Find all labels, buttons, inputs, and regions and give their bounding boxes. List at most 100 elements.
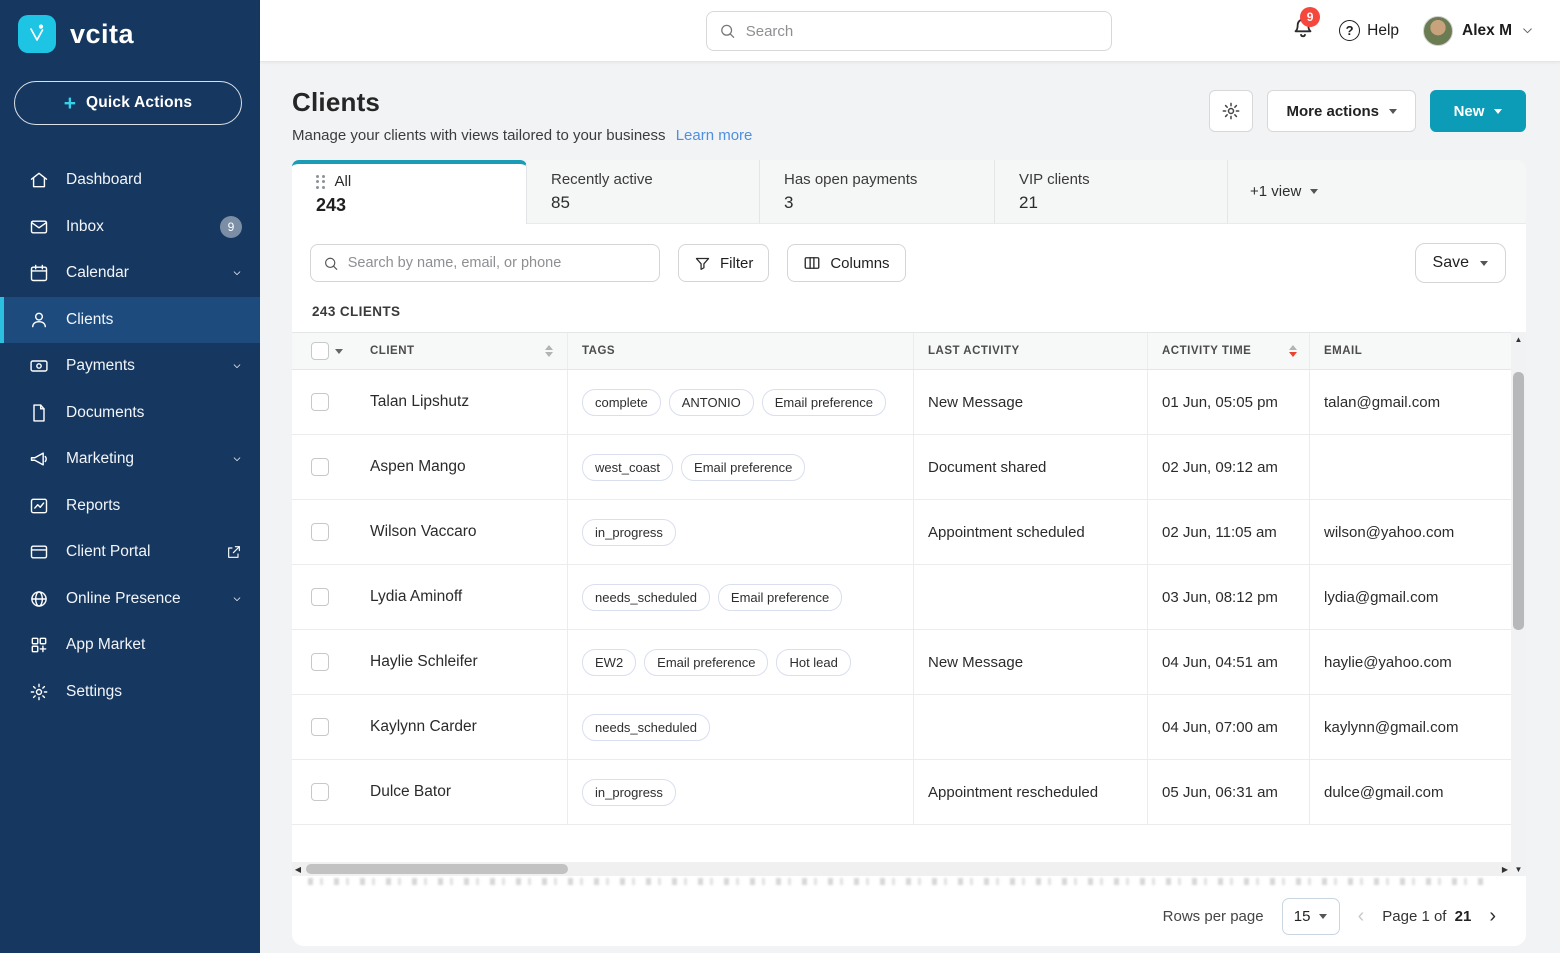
client-name: Aspen Mango bbox=[356, 435, 568, 499]
more-actions-button[interactable]: More actions bbox=[1267, 90, 1416, 132]
row-checkbox[interactable] bbox=[311, 393, 329, 411]
client-tags: needs_scheduled bbox=[568, 695, 914, 759]
columns-button[interactable]: Columns bbox=[787, 244, 905, 282]
vertical-scrollbar[interactable]: ▲ ▼ bbox=[1511, 332, 1526, 876]
row-checkbox[interactable] bbox=[311, 653, 329, 671]
search-icon bbox=[719, 22, 736, 40]
sidebar-item-clients[interactable]: Clients bbox=[0, 297, 260, 344]
tab-count: 3 bbox=[784, 193, 994, 213]
tab-vip-clients[interactable]: VIP clients 21 bbox=[995, 160, 1228, 224]
column-header-email[interactable]: EMAIL bbox=[1310, 333, 1511, 369]
select-menu-caret-icon[interactable] bbox=[335, 349, 343, 354]
sidebar-item-settings[interactable]: Settings bbox=[0, 669, 260, 716]
sidebar-item-online-presence[interactable]: Online Presence bbox=[0, 576, 260, 623]
new-button[interactable]: New bbox=[1430, 90, 1526, 132]
client-activity-time: 02 Jun, 09:12 am bbox=[1148, 435, 1310, 499]
pagination-bar: Rows per page 15 ‹ Page 1 of 21 › bbox=[292, 886, 1526, 946]
notifications-button[interactable]: 9 bbox=[1291, 16, 1315, 45]
row-checkbox[interactable] bbox=[311, 458, 329, 476]
vertical-scroll-thumb[interactable] bbox=[1513, 372, 1524, 630]
column-header-activity-time[interactable]: ACTIVITY TIME bbox=[1148, 333, 1310, 369]
table-row[interactable]: Haylie Schleifer EW2Email preferenceHot … bbox=[292, 630, 1511, 695]
sidebar-item-calendar[interactable]: Calendar bbox=[0, 250, 260, 297]
user-menu[interactable]: Alex M bbox=[1423, 16, 1534, 46]
client-tags: in_progress bbox=[568, 500, 914, 564]
sort-icon[interactable] bbox=[545, 345, 553, 357]
sort-icon-active[interactable] bbox=[1289, 345, 1297, 357]
select-all-checkbox[interactable] bbox=[311, 342, 329, 360]
drag-handle-icon[interactable] bbox=[316, 175, 325, 189]
horizontal-scrollbar[interactable]: ◀ ▶ bbox=[292, 862, 1511, 876]
table-row[interactable]: Aspen Mango west_coastEmail preference D… bbox=[292, 435, 1511, 500]
quick-actions-button[interactable]: + Quick Actions bbox=[14, 81, 242, 125]
row-checkbox[interactable] bbox=[311, 523, 329, 541]
tag-pill: in_progress bbox=[582, 519, 676, 546]
column-header-tags[interactable]: TAGS bbox=[568, 333, 914, 369]
row-checkbox[interactable] bbox=[311, 783, 329, 801]
column-header-last-activity[interactable]: LAST ACTIVITY bbox=[914, 333, 1148, 369]
sidebar-item-dashboard[interactable]: Dashboard bbox=[0, 157, 260, 204]
client-search[interactable] bbox=[310, 244, 660, 282]
chevron-down-icon bbox=[232, 268, 242, 278]
inbox-unread-badge: 9 bbox=[220, 216, 242, 238]
learn-more-link[interactable]: Learn more bbox=[676, 127, 753, 144]
global-search-input[interactable] bbox=[746, 23, 1099, 40]
tab-recently-active[interactable]: Recently active 85 bbox=[527, 160, 760, 224]
column-header-client[interactable]: CLIENT bbox=[356, 333, 568, 369]
table-row[interactable]: Kaylynn Carder needs_scheduled 04 Jun, 0… bbox=[292, 695, 1511, 760]
brand-name: vcita bbox=[70, 19, 134, 50]
view-settings-button[interactable] bbox=[1209, 90, 1253, 132]
client-email bbox=[1310, 435, 1511, 499]
notifications-badge: 9 bbox=[1300, 7, 1320, 27]
horizontal-scroll-thumb[interactable] bbox=[306, 864, 568, 874]
tag-pill: Email preference bbox=[718, 584, 842, 611]
table-row[interactable]: Dulce Bator in_progress Appointment resc… bbox=[292, 760, 1511, 825]
clients-icon bbox=[29, 310, 49, 330]
table-row[interactable]: Talan Lipshutz completeANTONIOEmail pref… bbox=[292, 370, 1511, 435]
filter-button[interactable]: Filter bbox=[678, 244, 769, 282]
online-presence-icon bbox=[29, 589, 49, 609]
sidebar-item-marketing[interactable]: Marketing bbox=[0, 436, 260, 483]
more-views-dropdown[interactable]: +1 view bbox=[1228, 160, 1526, 224]
page-header: Clients Manage your clients with views t… bbox=[292, 87, 1526, 144]
table-row[interactable]: Wilson Vaccaro in_progress Appointment s… bbox=[292, 500, 1511, 565]
client-email: wilson@yahoo.com bbox=[1310, 500, 1511, 564]
tag-pill: Email preference bbox=[762, 389, 886, 416]
sidebar-item-documents[interactable]: Documents bbox=[0, 390, 260, 437]
tab-has-open-payments[interactable]: Has open payments 3 bbox=[760, 160, 995, 224]
scroll-right-icon[interactable]: ▶ bbox=[1499, 865, 1511, 874]
clipped-row bbox=[292, 825, 1511, 840]
sidebar-item-inbox[interactable]: Inbox 9 bbox=[0, 204, 260, 251]
sidebar-item-payments[interactable]: Payments bbox=[0, 343, 260, 390]
next-page-button[interactable]: › bbox=[1489, 905, 1496, 928]
chevron-down-icon bbox=[232, 454, 242, 464]
tab-all[interactable]: All 243 bbox=[292, 160, 527, 224]
calendar-icon bbox=[29, 263, 49, 283]
client-email: talan@gmail.com bbox=[1310, 370, 1511, 434]
rows-per-page-select[interactable]: 15 bbox=[1282, 898, 1340, 935]
sidebar-item-reports[interactable]: Reports bbox=[0, 483, 260, 530]
scroll-left-icon[interactable]: ◀ bbox=[292, 865, 304, 874]
app-root: vcita + Quick Actions Dashboard Inbox 9 … bbox=[0, 0, 1560, 953]
gear-icon bbox=[1221, 101, 1241, 121]
row-checkbox[interactable] bbox=[311, 588, 329, 606]
topbar-right: 9 ? Help Alex M bbox=[1291, 16, 1560, 46]
client-name: Kaylynn Carder bbox=[356, 695, 568, 759]
table-row[interactable]: Lydia Aminoff needs_scheduledEmail prefe… bbox=[292, 565, 1511, 630]
marketing-icon bbox=[29, 449, 49, 469]
client-last-activity bbox=[914, 565, 1148, 629]
row-checkbox[interactable] bbox=[311, 718, 329, 736]
sidebar-item-app-market[interactable]: App Market bbox=[0, 622, 260, 669]
global-search[interactable] bbox=[706, 11, 1112, 51]
sidebar-item-client-portal[interactable]: Client Portal bbox=[0, 529, 260, 576]
help-button[interactable]: ? Help bbox=[1339, 20, 1399, 41]
client-search-input[interactable] bbox=[348, 255, 647, 271]
caret-down-icon bbox=[1494, 109, 1502, 114]
brand-logo[interactable]: vcita bbox=[0, 0, 260, 63]
save-view-button[interactable]: Save bbox=[1415, 243, 1506, 283]
previous-page-button[interactable]: ‹ bbox=[1358, 905, 1365, 928]
clients-page: Clients Manage your clients with views t… bbox=[260, 62, 1560, 953]
scroll-down-icon[interactable]: ▼ bbox=[1515, 862, 1523, 876]
client-email: lydia@gmail.com bbox=[1310, 565, 1511, 629]
scroll-up-icon[interactable]: ▲ bbox=[1515, 332, 1523, 346]
